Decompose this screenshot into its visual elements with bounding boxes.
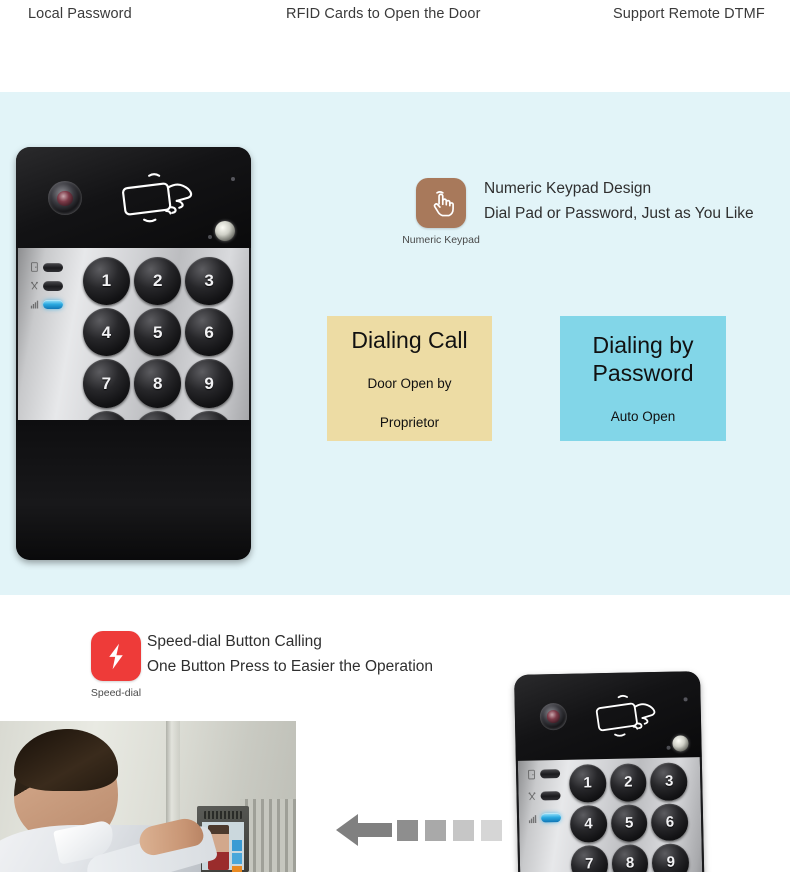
intercom-device-secondary-image: 1 2 3 4 5 6 7 8 9 * 0 #: [514, 671, 706, 872]
signal-bars-icon: [30, 300, 38, 309]
device-bottom-bezel: [16, 419, 251, 560]
keypad-key-8[interactable]: 8: [134, 359, 182, 408]
arrow-block-4: [481, 820, 502, 841]
indicator-row-door: [30, 262, 76, 273]
photo-panel-button-3: [232, 866, 242, 872]
callout-text-speed-dial: Speed-dial Button Calling One Button Pre…: [147, 629, 433, 679]
keypad-key-3[interactable]: 3: [185, 256, 233, 305]
keypad-key-8[interactable]: 8: [611, 844, 649, 872]
indicator-row-network: [30, 281, 76, 291]
keypad-key-1[interactable]: 1: [82, 256, 131, 305]
left-arrow-icon: [336, 814, 392, 846]
microphone-hole-icon: [683, 697, 688, 702]
header-item-local-password: Local Password: [28, 6, 132, 22]
indicator-row-signal: [30, 299, 76, 310]
network-icon: [30, 281, 38, 290]
keypad-key-9[interactable]: 9: [185, 359, 233, 408]
mode-box-subtitle-line-1: Door Open by: [367, 375, 452, 391]
keypad-key-7[interactable]: 7: [570, 845, 609, 872]
network-led: [42, 281, 63, 291]
device-top-black-panel: [16, 147, 251, 249]
mode-box-dialing-call: Dialing Call Door Open by Proprietor: [327, 316, 492, 441]
device-top-black-panel: [514, 671, 702, 761]
network-icon: [528, 791, 536, 800]
keypad-key-1[interactable]: 1: [568, 764, 607, 803]
signal-led: [541, 812, 562, 823]
status-indicator-group: [30, 262, 76, 318]
numeric-keypad[interactable]: 1 2 3 4 5 6 7 8 9 * 0 #: [568, 762, 691, 872]
callout-caption-numeric-keypad: Numeric Keypad: [402, 234, 480, 246]
keypad-key-2[interactable]: 2: [134, 256, 182, 305]
arrow-block-2: [425, 820, 446, 841]
intercom-device-front-image: 1 2 3 4 5 6 7 8 9 * 0 #: [16, 147, 251, 560]
keypad-key-2[interactable]: 2: [609, 763, 648, 802]
callout-line-1: Numeric Keypad Design: [484, 180, 652, 197]
status-indicator-group: [527, 768, 565, 835]
rfid-card-graphic: [576, 689, 681, 744]
mode-box-subtitle-line-1: Auto Open: [610, 409, 676, 424]
door-icon: [30, 262, 38, 273]
signal-bars-icon: [528, 814, 537, 823]
photo-panel-button-1: [232, 840, 242, 851]
door-icon: [528, 769, 536, 779]
callout-text-numeric-keypad: Numeric Keypad Design Dial Pad or Passwo…: [484, 176, 754, 226]
keypad-key-5[interactable]: 5: [134, 307, 182, 357]
camera-lens-icon: [539, 703, 568, 731]
keypad-key-4[interactable]: 4: [82, 307, 131, 357]
callout-line-2: Dial Pad or Password, Just as You Like: [484, 205, 754, 222]
mode-box-title-line-1: Dialing by: [592, 332, 694, 358]
indicator-row-door: [527, 768, 564, 779]
keypad-key-3[interactable]: 3: [650, 762, 688, 801]
keypad-key-7[interactable]: 7: [82, 359, 131, 408]
photo-panel-button-2: [232, 853, 242, 864]
photo-panel-speaker: [204, 811, 242, 819]
mode-box-subtitle-line-2: Proprietor: [379, 414, 440, 430]
callout-line-2: One Button Press to Easier the Operation: [147, 658, 434, 675]
callout-line-1: Speed-dial Button Calling: [147, 633, 322, 650]
keypad-key-4[interactable]: 4: [569, 804, 608, 843]
tap-hand-icon: [416, 178, 466, 228]
mode-box-title: Dialing Call: [351, 326, 468, 353]
indicator-row-signal: [528, 812, 565, 823]
feature-header-strip: Local Password RFID Cards to Open the Do…: [0, 0, 790, 92]
keypad-key-6[interactable]: 6: [185, 307, 233, 357]
header-item-remote-dtmf: Support Remote DTMF: [613, 6, 765, 22]
microphone-hole-icon: [230, 177, 235, 182]
ir-led-icon: [672, 735, 689, 752]
signal-led: [42, 299, 63, 310]
camera-lens-icon: [47, 181, 82, 216]
ir-led-icon: [214, 221, 235, 242]
lightning-bolt-icon: [91, 631, 141, 681]
usage-photo: [0, 721, 296, 872]
rfid-card-graphic: [94, 167, 226, 230]
product-feature-page: Local Password RFID Cards to Open the Do…: [0, 0, 790, 872]
keypad-key-9[interactable]: 9: [652, 843, 690, 872]
callout-caption-speed-dial: Speed-dial: [90, 687, 142, 699]
indicator-row-network: [528, 790, 565, 801]
door-led: [540, 768, 561, 779]
keypad-key-5[interactable]: 5: [610, 803, 649, 842]
secondary-led-icon: [208, 234, 213, 239]
secondary-led-icon: [666, 745, 671, 750]
arrow-block-1: [397, 820, 418, 841]
network-led: [540, 790, 561, 801]
mode-box-title-line-2: Password: [592, 360, 694, 386]
arrow-block-3: [453, 820, 474, 841]
header-item-rfid-cards: RFID Cards to Open the Door: [286, 6, 481, 22]
device-keypad-faceplate: 1 2 3 4 5 6 7 8 9 * 0 #: [515, 756, 706, 872]
door-led: [42, 262, 63, 273]
mode-box-dialing-by-password: Dialing by Password Auto Open: [560, 316, 726, 441]
keypad-key-6[interactable]: 6: [651, 802, 689, 842]
